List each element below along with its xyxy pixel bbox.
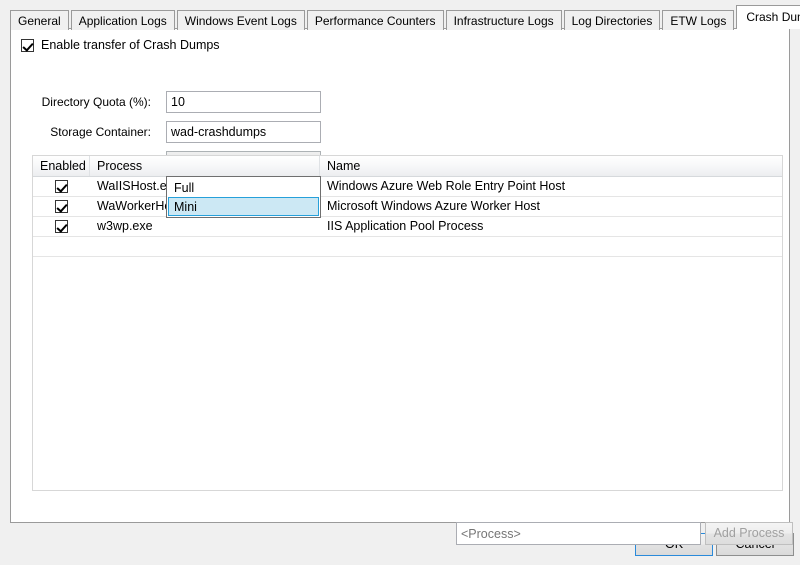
row-enabled-checkbox[interactable] [55, 180, 68, 193]
storage-container-label: Storage Container: [50, 125, 151, 139]
dropdown-option-full[interactable]: Full [168, 178, 319, 197]
tab-infrastructure-logs[interactable]: Infrastructure Logs [446, 10, 562, 30]
row-enabled-cell[interactable] [33, 197, 90, 216]
tab-log-directories[interactable]: Log Directories [564, 10, 661, 30]
enable-transfer-label: Enable transfer of Crash Dumps [41, 38, 220, 52]
add-process-button[interactable]: Add Process [705, 522, 793, 545]
tab-application-logs[interactable]: Application Logs [71, 10, 175, 30]
column-header-process[interactable]: Process [90, 156, 320, 176]
row-enabled-checkbox[interactable] [55, 220, 68, 233]
row-name-cell: IIS Application Pool Process [320, 217, 782, 236]
grid-header-row: Enabled Process Name [33, 156, 782, 177]
row-enabled-checkbox[interactable] [55, 200, 68, 213]
crash-dumps-dialog: General Application Logs Windows Event L… [0, 0, 800, 565]
tab-strip: General Application Logs Windows Event L… [10, 7, 790, 29]
tab-general[interactable]: General [10, 10, 69, 30]
table-row[interactable]: WaIISHost.exe Windows Azure Web Role Ent… [33, 177, 782, 197]
tab-windows-event-logs[interactable]: Windows Event Logs [177, 10, 305, 30]
tab-performance-counters[interactable]: Performance Counters [307, 10, 444, 30]
directory-quota-label: Directory Quota (%): [42, 95, 151, 109]
row-name-cell: Microsoft Windows Azure Worker Host [320, 197, 782, 216]
row-enabled-cell[interactable] [33, 217, 90, 236]
add-process-input[interactable] [456, 522, 701, 545]
tab-crash-dumps[interactable]: Crash Dumps [736, 5, 800, 29]
tab-etw-logs[interactable]: ETW Logs [662, 10, 734, 30]
dropdown-option-mini[interactable]: Mini [168, 197, 319, 216]
row-name-cell: Windows Azure Web Role Entry Point Host [320, 177, 782, 196]
enable-transfer-checkbox[interactable] [21, 39, 34, 52]
storage-container-input[interactable] [166, 121, 321, 143]
table-row[interactable]: WaWorkerHost.exe Microsoft Windows Azure… [33, 197, 782, 217]
column-header-enabled[interactable]: Enabled [33, 156, 90, 176]
table-row[interactable]: w3wp.exe IIS Application Pool Process [33, 217, 782, 237]
process-grid: Enabled Process Name WaIISHost.exe Windo… [32, 155, 783, 491]
dump-type-dropdown-list[interactable]: Full Mini [166, 176, 321, 218]
row-process-cell: w3wp.exe [90, 217, 320, 236]
row-enabled-cell[interactable] [33, 177, 90, 196]
column-header-name[interactable]: Name [320, 156, 782, 176]
crash-dumps-panel: Enable transfer of Crash Dumps Directory… [10, 28, 790, 523]
directory-quota-label-box: Directory Quota (%): [31, 95, 151, 109]
enable-transfer-row[interactable]: Enable transfer of Crash Dumps [21, 38, 220, 52]
storage-container-label-box: Storage Container: [31, 125, 151, 139]
directory-quota-input[interactable] [166, 91, 321, 113]
grid-empty-row [33, 237, 782, 257]
